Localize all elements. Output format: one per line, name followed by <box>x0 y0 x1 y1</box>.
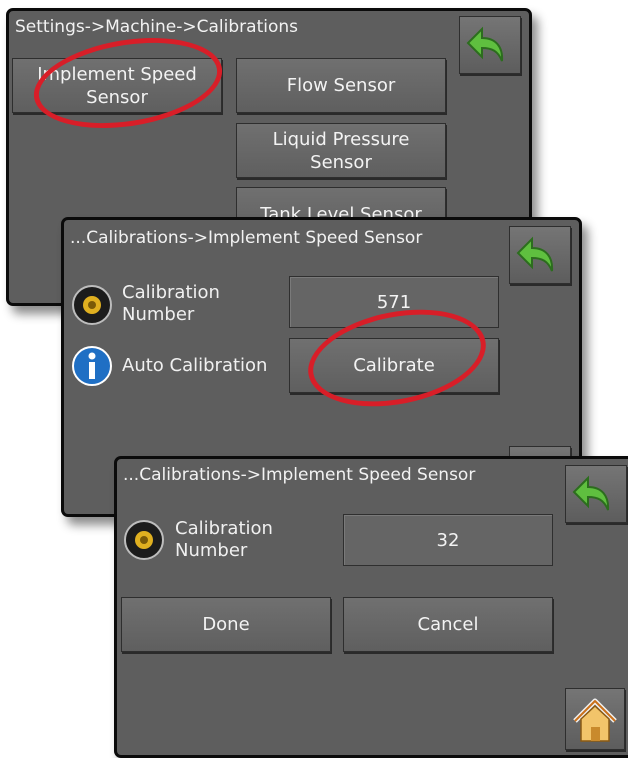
implement-speed-sensor-button[interactable]: Implement Speed Sensor <box>12 58 222 113</box>
calibration-number-label: Calibration Number <box>175 518 273 561</box>
auto-calibration-label: Auto Calibration <box>122 355 268 376</box>
calibration-number-field[interactable]: 571 <box>289 276 499 328</box>
back-button[interactable] <box>459 16 521 74</box>
flow-sensor-button[interactable]: Flow Sensor <box>236 58 446 113</box>
home-icon <box>573 698 617 742</box>
back-arrow-icon <box>466 26 504 62</box>
calibrate-button[interactable]: Calibrate <box>289 338 499 393</box>
panel-title: ...Calibrations->Implement Speed Sensor <box>123 465 476 485</box>
done-button[interactable]: Done <box>121 597 331 652</box>
panel-title: ...Calibrations->Implement Speed Sensor <box>70 228 423 248</box>
back-button[interactable] <box>565 465 627 523</box>
back-arrow-icon <box>572 475 610 511</box>
back-button[interactable] <box>509 226 571 284</box>
cancel-button[interactable]: Cancel <box>343 597 553 652</box>
calibration-number-label: Calibration Number <box>122 282 220 325</box>
back-arrow-icon <box>516 236 554 272</box>
liquid-pressure-sensor-button[interactable]: Liquid Pressure Sensor <box>236 123 446 178</box>
calibration-number-field[interactable]: 32 <box>343 514 553 566</box>
speed-sensor-icon <box>124 520 164 560</box>
speed-sensor-icon <box>72 285 112 325</box>
panel-title: Settings->Machine->Calibrations <box>15 17 298 37</box>
implement-speed-calibration-edit-panel: ...Calibrations->Implement Speed Sensor … <box>114 456 628 758</box>
info-icon <box>72 346 112 386</box>
home-button[interactable] <box>565 688 625 750</box>
